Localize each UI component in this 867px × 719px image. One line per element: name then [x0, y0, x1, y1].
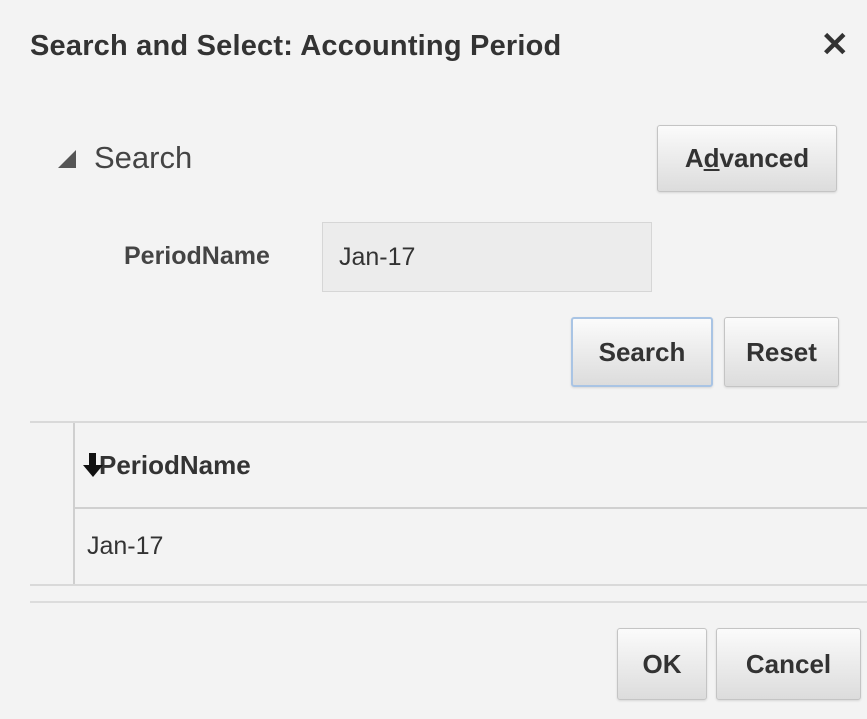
search-panel-toggle[interactable]: Search — [58, 140, 192, 176]
footer-divider — [30, 601, 867, 603]
ok-button[interactable]: OK — [617, 628, 707, 700]
period-name-input[interactable] — [322, 222, 652, 292]
period-name-label: PeriodName — [124, 242, 270, 270]
sort-descending-icon[interactable] — [83, 451, 103, 479]
column-header-label: PeriodName — [99, 449, 251, 480]
table-row[interactable]: Jan-17 — [75, 509, 867, 583]
search-button-label: Search — [598, 336, 686, 367]
dialog-title: Search and Select: Accounting Period — [30, 30, 562, 62]
close-icon[interactable]: ✕ — [821, 28, 850, 62]
advanced-button[interactable]: Advanced — [657, 125, 837, 192]
column-header-period-name[interactable]: PeriodName — [75, 423, 867, 509]
ok-button-label: OK — [642, 648, 682, 679]
reset-button-label: Reset — [746, 336, 817, 367]
cancel-button[interactable]: Cancel — [716, 628, 861, 700]
reset-button[interactable]: Reset — [724, 317, 839, 387]
table-cell-period-name: Jan-17 — [87, 531, 164, 560]
search-button[interactable]: Search — [571, 317, 713, 387]
search-panel-label: Search — [94, 140, 193, 175]
cancel-button-label: Cancel — [745, 648, 832, 679]
search-select-dialog: Search and Select: Accounting Period ✕ S… — [0, 0, 867, 719]
advanced-button-label: Advanced — [684, 143, 810, 173]
collapse-triangle-icon — [58, 150, 76, 168]
results-table: PeriodName Jan-17 — [30, 421, 867, 586]
